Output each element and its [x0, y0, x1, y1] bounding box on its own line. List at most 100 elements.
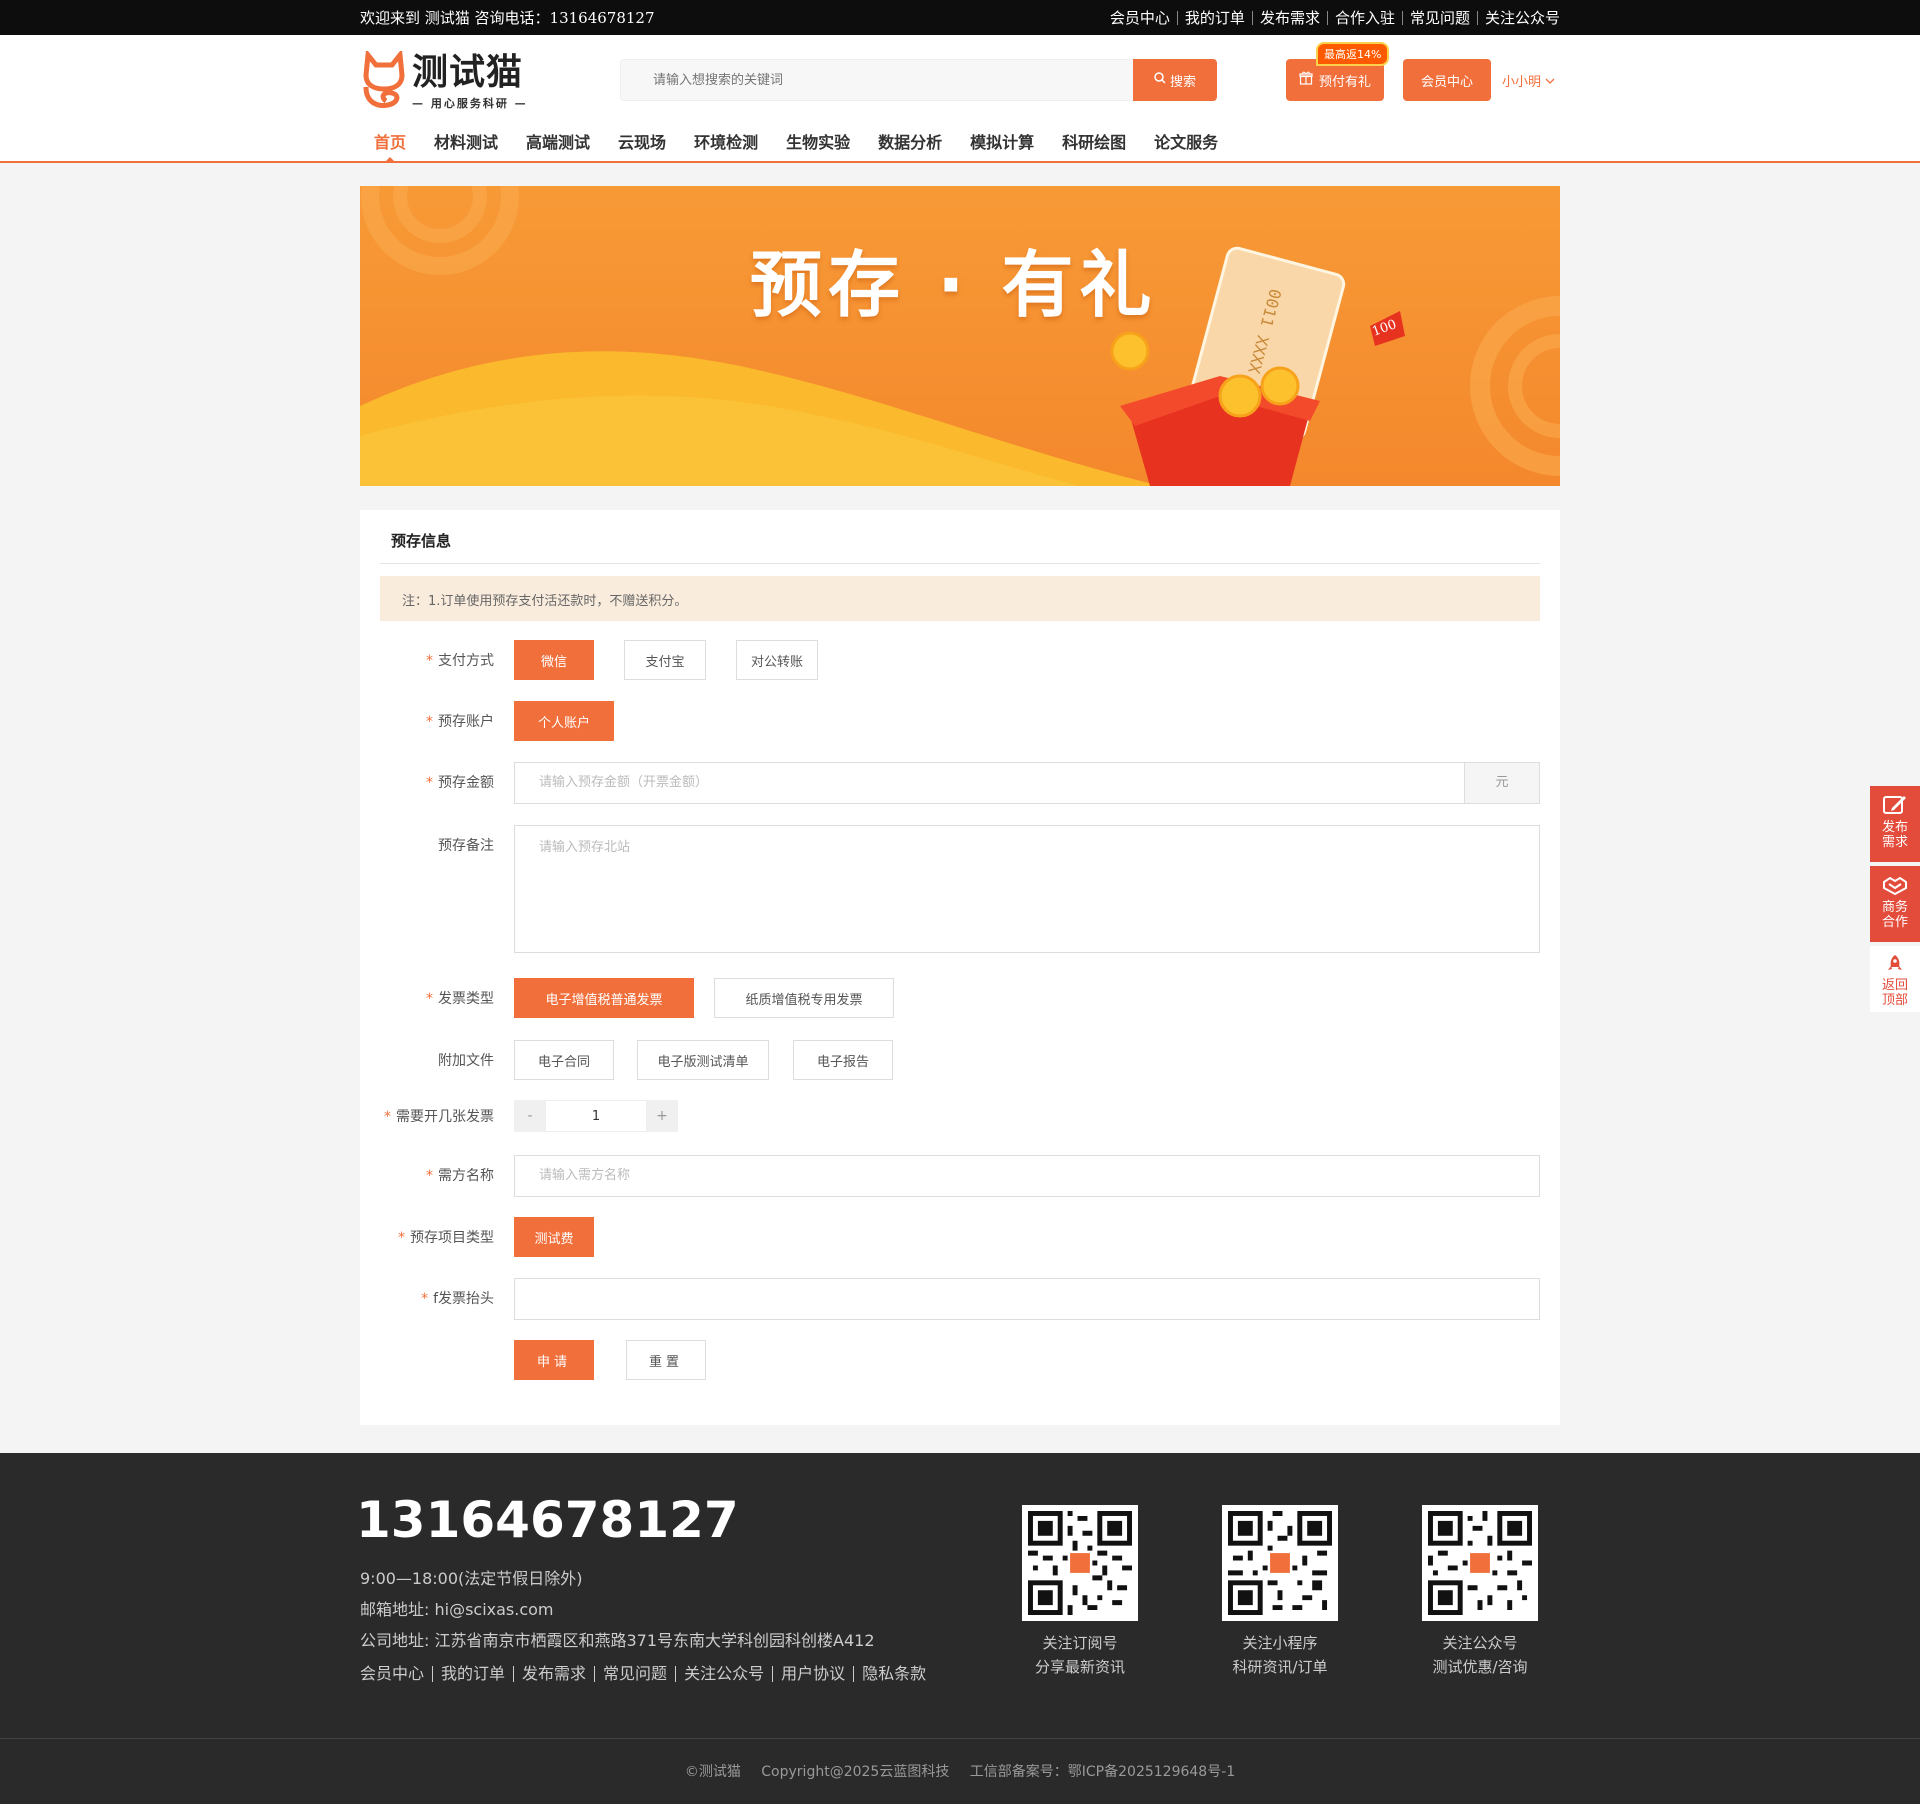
buyer-input[interactable]: 请输入需方名称 [514, 1155, 1540, 1197]
qr-caption-line2: 分享最新资讯 [1034, 1658, 1125, 1676]
footer-links: 会员中心 我的订单 发布需求 常见问题 关注公众号 用户协议 隐私条款 [360, 1666, 934, 1682]
footer-email: 邮箱地址: hi@scixas.com [360, 1600, 554, 1619]
row-invoice-header: * f发票抬头 [380, 1278, 1540, 1320]
apply-button[interactable]: 申请 [514, 1340, 594, 1380]
nav-drawing[interactable]: 科研绘图 [1048, 125, 1140, 161]
stepper-plus-button[interactable]: + [646, 1100, 678, 1132]
search-icon [1154, 72, 1166, 88]
side-toolbar: 发布需求 商务合作 返回顶部 [1870, 786, 1920, 1016]
pay-label: 支付方式 [438, 653, 494, 669]
top-link-member[interactable]: 会员中心 [1103, 10, 1178, 25]
prepay-button-label: 预付有礼 [1318, 74, 1371, 90]
attach-option-contract[interactable]: 电子合同 [514, 1040, 614, 1080]
remark-label: 预存备注 [438, 838, 494, 854]
nav-cloud[interactable]: 云现场 [604, 125, 680, 161]
header-label: f发票抬头 [433, 1291, 494, 1307]
amount-unit: 元 [1464, 763, 1539, 803]
footer-phone: 13164678127 [356, 1491, 739, 1549]
qr-code-icon [1022, 1505, 1138, 1621]
attach-label: 附加文件 [438, 1053, 494, 1069]
rocket-icon [1870, 954, 1920, 978]
top-link-wechat[interactable]: 关注公众号 [1478, 10, 1560, 25]
footer-copyright: ©测试猫 Copyright@2025云蓝图科技 工信部备案号：鄂ICP备202… [0, 1738, 1920, 1804]
invoice-option-electronic[interactable]: 电子增值税普通发票 [514, 978, 694, 1018]
footer-link-wechat[interactable]: 关注公众号 [676, 1666, 774, 1682]
user-name: 小小明 [1502, 75, 1542, 90]
buyer-label: 需方名称 [438, 1168, 494, 1184]
handshake-icon [1870, 874, 1920, 900]
nav-advanced[interactable]: 高端测试 [512, 125, 604, 161]
top-link-faq[interactable]: 常见问题 [1403, 10, 1478, 25]
footer-link-faq[interactable]: 常见问题 [595, 1666, 677, 1682]
banner-title: 预存 · 有礼 [750, 243, 1158, 327]
search-button-label: 搜索 [1169, 74, 1196, 90]
top-link-publish[interactable]: 发布需求 [1253, 10, 1328, 25]
amount-input[interactable]: 请输入预存金额（开票金额） 元 [514, 762, 1540, 804]
side-top-button[interactable]: 返回顶部 [1870, 946, 1920, 1012]
footer-link-member[interactable]: 会员中心 [360, 1666, 434, 1682]
qr-code-icon [1222, 1505, 1338, 1621]
qr-caption-line2: 科研资讯/订单 [1232, 1658, 1328, 1676]
user-menu[interactable]: 小小明 [1502, 71, 1555, 90]
nav-simulation[interactable]: 模拟计算 [956, 125, 1048, 161]
member-center-button[interactable]: 会员中心 [1403, 59, 1491, 101]
row-pay-method: * 支付方式 微信 支付宝 对公转账 [380, 640, 818, 680]
cat-logo-icon [360, 48, 408, 111]
stepper-minus-button[interactable]: - [514, 1100, 546, 1132]
footer-link-orders[interactable]: 我的订单 [433, 1666, 515, 1682]
reset-button[interactable]: 重置 [626, 1340, 706, 1380]
remark-textarea[interactable]: 请输入预存北站 [514, 825, 1540, 953]
amount-label: 预存金额 [438, 775, 494, 791]
copyright-brand: ©测试猫 [684, 1764, 741, 1780]
project-option-testfee[interactable]: 测试费 [514, 1217, 594, 1257]
invoice-label: 发票类型 [438, 991, 494, 1007]
qr-code-icon [1422, 1505, 1538, 1621]
attach-option-testlist[interactable]: 电子版测试清单 [637, 1040, 769, 1080]
stepper-value[interactable]: 1 [546, 1100, 646, 1132]
nav-data[interactable]: 数据分析 [864, 125, 956, 161]
gift-icon [1299, 71, 1313, 89]
count-label: 需要开几张发票 [396, 1109, 494, 1125]
nav-paper[interactable]: 论文服务 [1140, 125, 1232, 161]
side-business-label: 商务合作 [1881, 900, 1908, 930]
footer-link-privacy[interactable]: 隐私条款 [854, 1666, 934, 1682]
top-link-partner[interactable]: 合作入驻 [1328, 10, 1403, 25]
row-remark: 预存备注 请输入预存北站 [380, 825, 1540, 953]
account-option-personal[interactable]: 个人账户 [514, 701, 614, 741]
logo-title: 测试猫 [412, 52, 524, 93]
nav-biology[interactable]: 生物实验 [772, 125, 864, 161]
logo-subtitle: — 用心服务科研 — [412, 97, 528, 110]
row-actions: 申请 重置 [380, 1340, 706, 1380]
side-publish-button[interactable]: 发布需求 [1870, 786, 1920, 862]
side-publish-label: 发布需求 [1881, 820, 1908, 850]
footer-link-agreement[interactable]: 用户协议 [773, 1666, 855, 1682]
invoice-count-stepper: - 1 + [514, 1100, 678, 1132]
top-link-orders[interactable]: 我的订单 [1178, 10, 1253, 25]
logo[interactable]: 测试猫 — 用心服务科研 — [360, 48, 528, 111]
nav-environment[interactable]: 环境检测 [680, 125, 772, 161]
qr-caption-line1: 关注订阅号 [1042, 1634, 1118, 1652]
footer-link-publish[interactable]: 发布需求 [514, 1666, 596, 1682]
row-amount: * 预存金额 请输入预存金额（开票金额） 元 [380, 762, 1540, 804]
icp-text[interactable]: 工信部备案号：鄂ICP备2025129648号-1 [970, 1764, 1235, 1780]
qr-official: 关注公众号 测试优惠/咨询 [1422, 1505, 1538, 1679]
footer: 13164678127 9:00—18:00(法定节假日除外) 邮箱地址: hi… [0, 1453, 1920, 1804]
side-business-button[interactable]: 商务合作 [1870, 866, 1920, 942]
pay-option-alipay[interactable]: 支付宝 [624, 640, 706, 680]
nav-home[interactable]: 首页 [360, 125, 420, 163]
top-bar: 欢迎来到 测试猫 咨询电话：13164678127 会员中心 我的订单 发布需求… [0, 0, 1920, 35]
prepay-badge: 最高返14% [1316, 42, 1390, 66]
nav-materials[interactable]: 材料测试 [420, 125, 512, 161]
search-input[interactable] [620, 59, 1133, 101]
top-links: 会员中心 我的订单 发布需求 合作入驻 常见问题 关注公众号 [1103, 10, 1560, 25]
invoice-option-paper[interactable]: 纸质增值税专用发票 [714, 978, 894, 1018]
invoice-header-input[interactable] [514, 1278, 1540, 1320]
pay-option-transfer[interactable]: 对公转账 [736, 640, 818, 680]
attach-option-report[interactable]: 电子报告 [793, 1040, 893, 1080]
promo-banner: 0011 XXXX XXXX 100 预存 · 有礼 [360, 186, 1560, 486]
account-label: 预存账户 [438, 714, 494, 730]
pay-option-wechat[interactable]: 微信 [514, 640, 594, 680]
search-button[interactable]: 搜索 [1133, 59, 1217, 101]
row-invoice-type: * 发票类型 电子增值税普通发票 纸质增值税专用发票 [380, 978, 894, 1018]
row-account: * 预存账户 个人账户 [380, 701, 614, 741]
